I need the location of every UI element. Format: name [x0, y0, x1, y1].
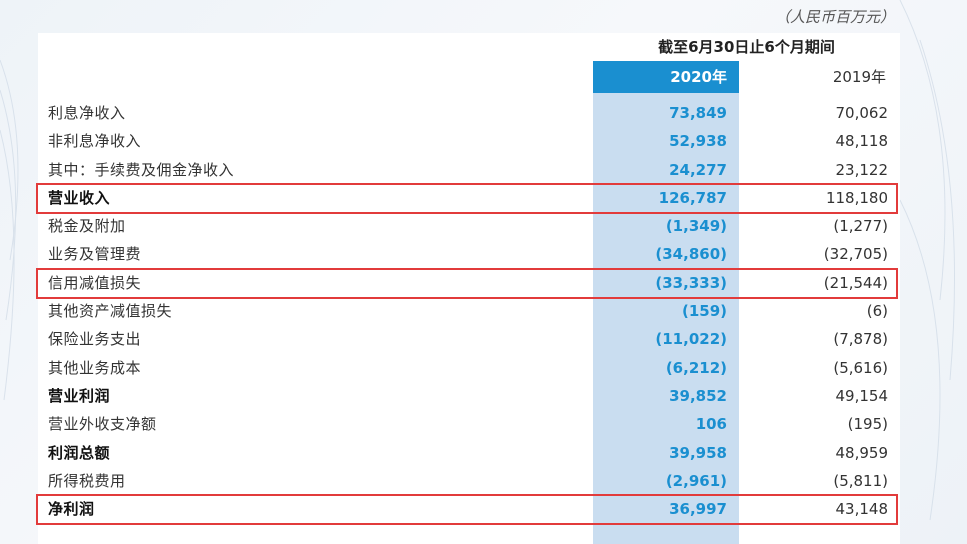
value-2020: 39,958: [669, 443, 727, 462]
current-year-label: 2020年: [670, 68, 727, 86]
table-row: 非利息净收入 52,938 48,118: [38, 127, 900, 155]
value-2020: 73,849: [669, 104, 727, 122]
value-2019: (21,544): [823, 273, 888, 292]
value-2019: (5,811): [833, 471, 888, 490]
row-label: 所得税费用: [48, 471, 126, 490]
value-2019: (7,878): [833, 330, 888, 349]
value-2020: (34,860): [655, 245, 727, 264]
row-label: 净利润: [48, 500, 95, 519]
row-label: 业务及管理费: [48, 245, 142, 264]
row-label: 营业利润: [48, 386, 111, 405]
row-label: 其他资产减值损失: [48, 302, 173, 321]
value-2020: 39,852: [669, 386, 727, 405]
table-row: 净利润 36,997 43,148: [38, 495, 900, 523]
table-row: 其中：手续费及佣金净收入 24,277 23,122: [38, 156, 900, 184]
row-label: 其中：手续费及佣金净收入: [48, 160, 235, 179]
table-row: 所得税费用 (2,961) (5,811): [38, 467, 900, 495]
current-year-header: 2020年: [593, 61, 739, 93]
table-row: 保险业务支出 (11,022) (7,878): [38, 325, 900, 353]
value-2020: (1,349): [665, 217, 727, 236]
value-2019: 23,122: [835, 160, 889, 179]
table-row: 营业利润 39,852 49,154: [38, 382, 900, 410]
period-header: 截至6月30日止6个月期间: [658, 38, 835, 56]
row-label: 营业收入: [48, 188, 111, 207]
value-2020: 126,787: [658, 188, 727, 207]
value-2020: 36,997: [669, 500, 727, 519]
value-2019: (195): [847, 415, 888, 434]
table-row: 信用减值损失 (33,333) (21,544): [38, 269, 900, 297]
row-label: 非利息净收入: [48, 132, 142, 151]
value-2020: (6,212): [665, 358, 727, 377]
row-label: 利息净收入: [48, 104, 126, 122]
unit-note: （人民币百万元）: [774, 8, 895, 26]
value-2019: (6): [866, 302, 888, 321]
table-row: 利润总额 39,958 48,959: [38, 439, 900, 467]
value-2020: (159): [681, 302, 727, 321]
table-row: 其他业务成本 (6,212) (5,616): [38, 354, 900, 382]
table-row: 营业外收支净额 106 (195): [38, 410, 900, 438]
row-label: 信用减值损失: [48, 273, 142, 292]
table-row: 税金及附加 (1,349) (1,277): [38, 212, 900, 240]
table-body: 利息净收入 73,849 70,062 非利息净收入 52,938 48,118 其中：手续…: [38, 99, 900, 523]
row-label: 利润总额: [48, 443, 111, 462]
table-row: 营业收入 126,787 118,180: [38, 184, 900, 212]
value-2019: (1,277): [833, 217, 888, 236]
value-2020: (33,333): [655, 273, 727, 292]
value-2019: (5,616): [833, 358, 888, 377]
value-2020: (11,022): [655, 330, 727, 349]
value-2020: 24,277: [669, 160, 727, 179]
value-2019: 48,118: [835, 132, 889, 151]
value-2019: (32,705): [823, 245, 888, 264]
table-row: 业务及管理费 (34,860) (32,705): [38, 240, 900, 268]
prior-year-header: 2019年: [832, 68, 886, 86]
value-2019: 118,180: [825, 188, 888, 207]
value-2019: 49,154: [835, 386, 889, 405]
value-2019: 43,148: [835, 500, 889, 519]
value-2020: 106: [695, 415, 727, 434]
table-row: 利息净收入 73,849 70,062: [38, 99, 900, 127]
row-label: 税金及附加: [48, 217, 126, 236]
row-label: 营业外收支净额: [48, 415, 157, 434]
row-label: 其他业务成本: [48, 358, 142, 377]
table-row: 其他资产减值损失 (159) (6): [38, 297, 900, 325]
row-label: 保险业务支出: [48, 330, 142, 349]
value-2019: 70,062: [835, 104, 889, 122]
value-2020: (2,961): [665, 471, 727, 490]
value-2020: 52,938: [669, 132, 727, 151]
value-2019: 48,959: [835, 443, 889, 462]
income-statement-table: 截至6月30日止6个月期间 2020年 2019年 利息净收入 73,849 70,…: [36, 33, 900, 544]
